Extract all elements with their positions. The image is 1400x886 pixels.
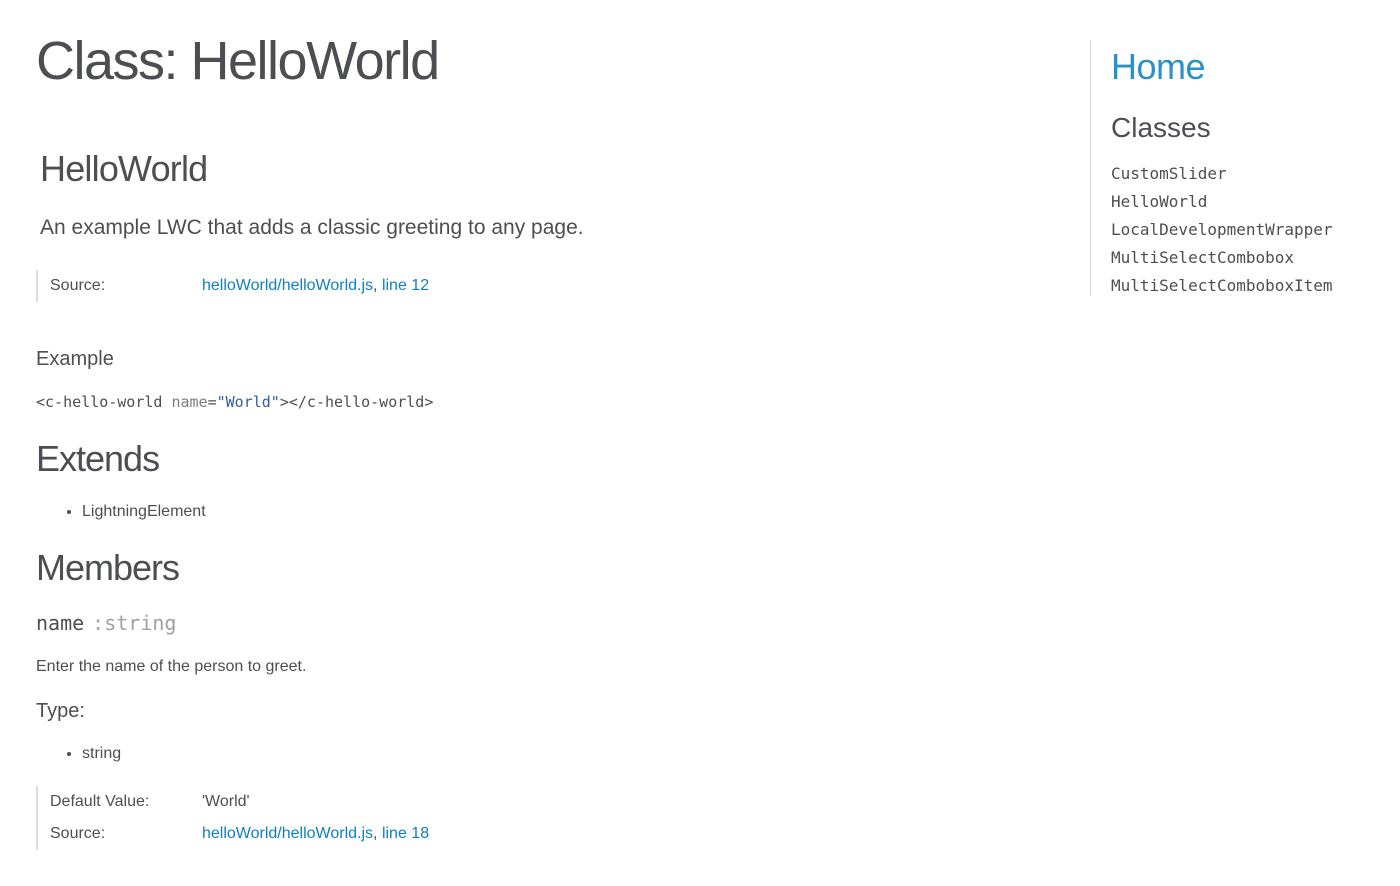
extends-list: LightningElement [64,503,206,521]
class-details: Source: helloWorld/helloWorld.js, line 12 [36,270,429,302]
nav-item-customslider: CustomSlider [1111,160,1333,188]
type-item: string [82,745,121,763]
code-value: "World" [216,393,280,411]
member-source-label: Source: [50,825,106,842]
nav-item-multiselectcomboboxitem: MultiSelectComboboxItem [1111,272,1333,300]
type-list: string [64,745,121,763]
member-description: Enter the name of the person to greet. [36,658,307,675]
page-title: Class: HelloWorld [36,31,440,91]
code-tag-open: <c-hello-world [36,393,172,411]
member-source-line-link[interactable]: line 18 [382,825,429,842]
nav-link-helloworld[interactable]: HelloWorld [1111,192,1207,211]
class-source-label: Source: [50,277,106,294]
member-signature: name :string [36,611,176,635]
code-attr: name [171,393,208,411]
member-source-row: Source: helloWorld/helloWorld.js, line 18 [50,818,429,850]
class-source-file-link[interactable]: helloWorld/helloWorld.js [202,277,373,294]
nav-item-helloworld: HelloWorld [1111,188,1333,216]
nav-link-customslider[interactable]: CustomSlider [1111,164,1227,183]
nav-home: Home [1111,46,1206,88]
nav-link-localdevelopmentwrapper[interactable]: LocalDevelopmentWrapper [1111,220,1333,239]
nav-class-list: CustomSlider HelloWorld LocalDevelopment… [1111,160,1333,300]
example-code: <c-hello-world name="World"></c-hello-wo… [36,393,433,411]
default-value-label: Default Value: [50,793,150,810]
nav-classes-heading: Classes [1111,112,1211,143]
default-value: 'World' [202,793,250,810]
class-description: An example LWC that adds a classic greet… [40,216,584,239]
class-source-line-link[interactable]: line 12 [382,277,429,294]
member-type: :string [92,611,177,635]
nav-link-multiselectcombobox[interactable]: MultiSelectCombobox [1111,248,1294,267]
class-name-heading: HelloWorld [40,148,208,189]
member-name: name [36,611,85,635]
default-value-row: Default Value: 'World' [50,786,429,818]
extends-heading: Extends [36,438,160,479]
member-source-file-link[interactable]: helloWorld/helloWorld.js [202,825,373,842]
class-source-row: Source: helloWorld/helloWorld.js, line 12 [50,270,429,302]
class-source-separator: , [373,277,382,294]
member-source-separator: , [373,825,382,842]
nav-item-multiselectcombobox: MultiSelectCombobox [1111,244,1333,272]
code-tag-close: ></c-hello-world> [279,393,434,411]
members-heading: Members [36,547,180,588]
sidebar-nav: Home Classes CustomSlider HelloWorld Loc… [1090,40,1380,296]
example-heading: Example [36,348,114,370]
code-eq: = [207,393,217,411]
nav-link-multiselectcomboboxitem[interactable]: MultiSelectComboboxItem [1111,276,1333,295]
member-details: Default Value: 'World' Source: helloWorld/… [36,786,429,850]
type-heading: Type: [36,700,85,722]
nav-item-localdevelopmentwrapper: LocalDevelopmentWrapper [1111,216,1333,244]
nav-home-link[interactable]: Home [1111,46,1206,87]
extends-item: LightningElement [82,503,206,521]
